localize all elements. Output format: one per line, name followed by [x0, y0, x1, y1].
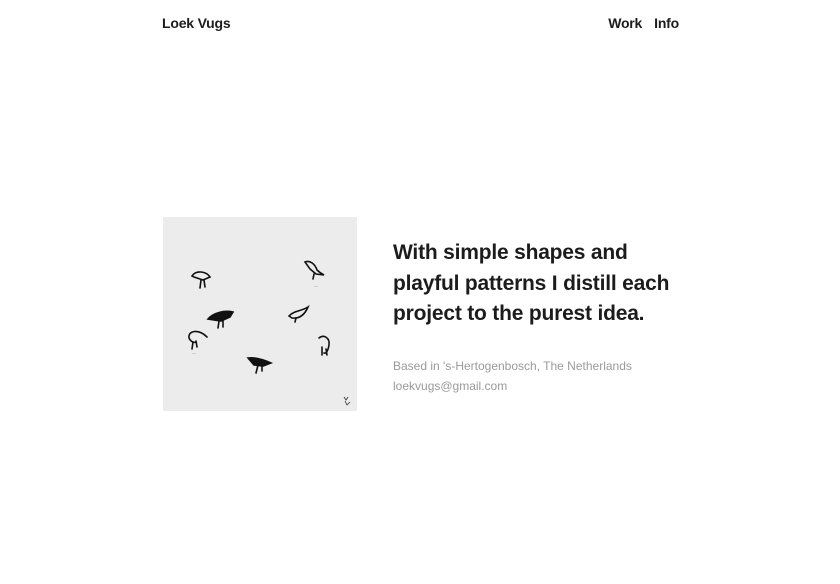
bird-icon [188, 330, 208, 350]
main-nav: Work Info [608, 15, 679, 31]
nav-info[interactable]: Info [654, 15, 679, 31]
location-text: Based in 's-Hertogenbosch, The Netherlan… [393, 358, 632, 373]
email-link[interactable]: loekvugs@gmail.com [393, 376, 683, 396]
bird-icon [287, 304, 310, 323]
bird-icon [246, 357, 274, 374]
headline: With simple shapes and playful patterns … [393, 241, 670, 325]
bird-icon [303, 260, 325, 280]
site-logo[interactable]: Loek Vugs [162, 15, 231, 31]
contact-info: Based in 's-Hertogenbosch, The Netherlan… [393, 356, 683, 396]
bird-icon [206, 310, 235, 329]
bird-icon [318, 335, 330, 356]
site-header: Loek Vugs Work Info [162, 14, 679, 32]
bird-icon [190, 271, 212, 289]
nav-work[interactable]: Work [608, 15, 642, 31]
birds-illustration [188, 260, 351, 406]
signature-mark [343, 396, 351, 406]
hero-illustration [163, 217, 357, 411]
hero-text: With simple shapes and playful patterns … [393, 238, 683, 396]
